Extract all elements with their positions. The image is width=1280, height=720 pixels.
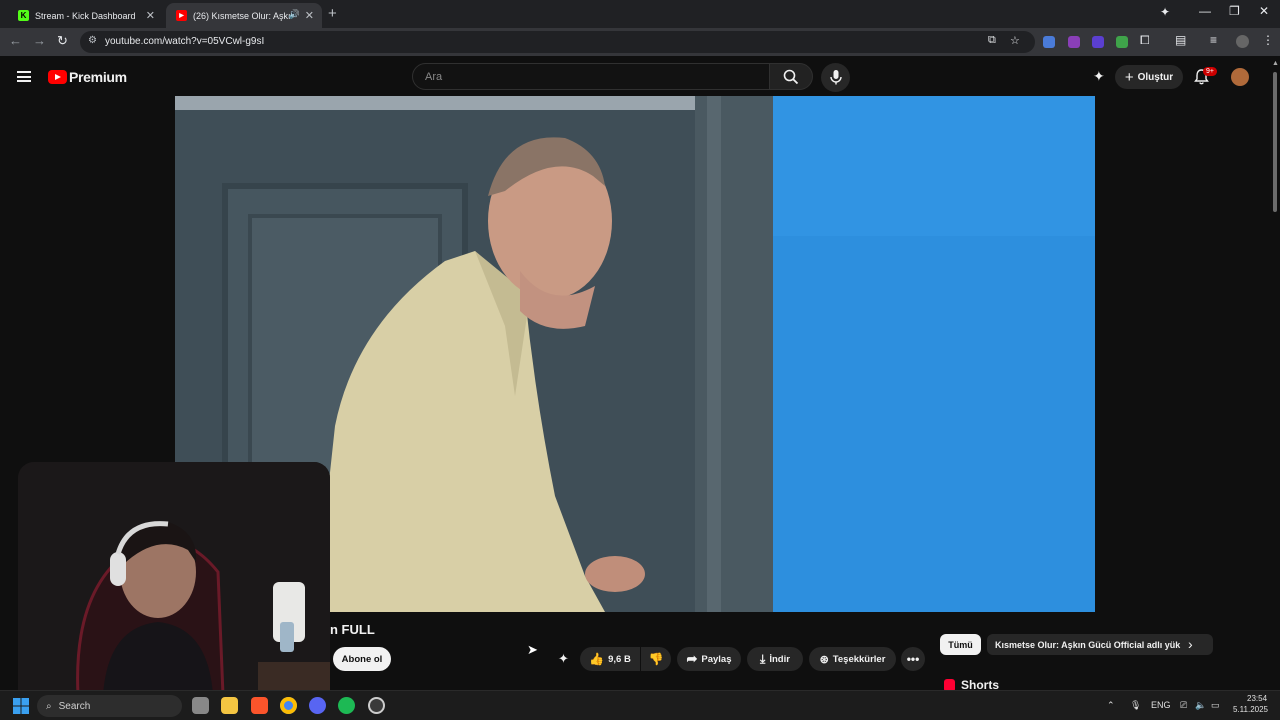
ask-ai-icon[interactable]: ✦ bbox=[558, 651, 569, 667]
extension-icon[interactable] bbox=[1116, 36, 1128, 48]
close-tab-icon[interactable]: ✕ bbox=[305, 9, 314, 22]
new-tab-button[interactable]: + bbox=[328, 5, 337, 22]
scroll-up-icon[interactable]: ▲ bbox=[1272, 60, 1279, 67]
tab-kick-dashboard[interactable]: K Stream - Kick Dashboard ✕ bbox=[8, 3, 163, 28]
youtube-header: Premium Ara ✦ + Oluştur 9+ bbox=[0, 56, 1280, 96]
notification-count-badge: 9+ bbox=[1203, 67, 1217, 76]
address-bar[interactable]: ⚙ youtube.com/watch?v=05VCwl-g9sI ⧉ ☆ bbox=[80, 31, 1035, 53]
discord-icon[interactable] bbox=[309, 697, 326, 714]
close-window-icon[interactable]: ✕ bbox=[1259, 4, 1269, 18]
extension-icon[interactable] bbox=[1092, 36, 1104, 48]
taskbar-search-box[interactable]: ⌕ Search bbox=[37, 695, 182, 717]
dislike-button[interactable]: 👎 bbox=[641, 647, 671, 671]
like-count: 9,6 B bbox=[608, 653, 631, 665]
taskbar-search-label: Search bbox=[58, 700, 91, 712]
youtube-play-icon bbox=[48, 70, 67, 84]
obs-studio-icon[interactable] bbox=[368, 697, 385, 714]
network-icon[interactable]: ⎚ bbox=[1180, 700, 1187, 711]
thanks-button[interactable]: ⊛ Teşekkürler bbox=[809, 647, 896, 671]
browser-tab-strip: K Stream - Kick Dashboard ✕ ▶ (26) Kısme… bbox=[0, 0, 1280, 28]
ai-assistant-icon[interactable]: ✦ bbox=[1093, 68, 1105, 85]
reload-icon[interactable]: ↻ bbox=[57, 33, 68, 49]
media-controls-icon[interactable]: ≡ bbox=[1210, 33, 1217, 47]
search-placeholder: Ara bbox=[425, 71, 443, 83]
subscribe-button[interactable]: Abone ol bbox=[333, 647, 391, 671]
thumbs-up-icon: 👍 bbox=[589, 652, 605, 666]
battery-icon[interactable]: ▭ bbox=[1211, 700, 1220, 711]
share-arrow-icon: ➦ bbox=[686, 651, 698, 666]
minimize-icon[interactable]: — bbox=[1199, 4, 1211, 18]
streamer-webcam-overlay bbox=[18, 462, 330, 695]
download-button[interactable]: ⤓ İndir bbox=[747, 647, 803, 671]
task-view-icon[interactable] bbox=[192, 697, 209, 714]
youtube-favicon-icon: ▶ bbox=[176, 10, 187, 21]
download-label: İndir bbox=[769, 653, 790, 665]
file-explorer-icon[interactable] bbox=[221, 697, 238, 714]
share-button[interactable]: ➦ Paylaş bbox=[677, 647, 741, 671]
input-language[interactable]: ENG bbox=[1151, 700, 1171, 710]
search-icon: ⌕ bbox=[46, 700, 52, 712]
maximize-icon[interactable]: ❐ bbox=[1229, 4, 1240, 18]
chrome-browser-icon[interactable] bbox=[280, 697, 297, 714]
hamburger-menu-icon[interactable] bbox=[17, 71, 31, 82]
show-hidden-icons-icon[interactable]: ⌃ bbox=[1107, 700, 1115, 711]
more-actions-button[interactable]: ••• bbox=[901, 647, 925, 671]
tab-label: (26) Kısmetse Olur: Aşkın G bbox=[193, 10, 293, 21]
create-label: Oluştur bbox=[1137, 71, 1174, 83]
thanks-label: Teşekkürler bbox=[832, 653, 886, 665]
profile-avatar-icon[interactable] bbox=[1236, 35, 1249, 48]
search-icon bbox=[783, 69, 799, 85]
windows-start-icon[interactable] bbox=[13, 698, 29, 714]
video-title: n FULL bbox=[330, 622, 375, 637]
download-icon: ⤓ bbox=[760, 651, 766, 666]
share-label: Paylaş bbox=[701, 653, 732, 665]
close-tab-icon[interactable]: ✕ bbox=[146, 9, 155, 22]
microphone-icon bbox=[830, 70, 842, 85]
bookmark-star-icon[interactable]: ☆ bbox=[1010, 34, 1020, 47]
cast-icon[interactable]: ⧉ bbox=[988, 34, 996, 47]
microphone-tray-icon[interactable]: 🎙 bbox=[1130, 700, 1141, 711]
voice-search-button[interactable] bbox=[821, 63, 850, 92]
audio-playing-icon[interactable]: 🔊 bbox=[289, 9, 300, 20]
clock-time[interactable]: 23:54 bbox=[1247, 694, 1267, 703]
extension-icon[interactable] bbox=[1068, 36, 1080, 48]
like-button[interactable]: 👍 9,6 B bbox=[580, 647, 640, 671]
super-thanks-icon: ⊛ bbox=[819, 653, 829, 666]
gemini-icon[interactable]: ✦ bbox=[1160, 5, 1170, 19]
side-panel-icon[interactable]: ▤ bbox=[1175, 33, 1186, 47]
search-input[interactable]: Ara bbox=[412, 63, 770, 90]
volume-icon[interactable]: 🔈 bbox=[1195, 700, 1206, 711]
brave-browser-icon[interactable] bbox=[251, 697, 268, 714]
plus-icon: + bbox=[1124, 68, 1134, 86]
scrollbar-thumb[interactable] bbox=[1273, 72, 1277, 212]
back-arrow-icon[interactable]: ← bbox=[9, 33, 22, 48]
kick-favicon-icon: K bbox=[18, 10, 29, 21]
clock-date[interactable]: 5.11.2025 bbox=[1233, 705, 1268, 714]
mouse-cursor-icon: ➤ bbox=[527, 642, 538, 657]
browser-toolbar: ← → ↻ ⚙ youtube.com/watch?v=05VCwl-g9sI … bbox=[0, 28, 1280, 56]
webcam-image bbox=[18, 462, 330, 695]
extension-icon[interactable] bbox=[1043, 36, 1055, 48]
chip-all[interactable]: Tümü bbox=[940, 634, 981, 655]
url-text[interactable]: youtube.com/watch?v=05VCwl-g9sI bbox=[105, 36, 264, 47]
page-scrollbar[interactable]: ▲ bbox=[1270, 60, 1280, 690]
chip-channel-uploads[interactable]: Kısmetse Olur: Aşkın Gücü Official adlı … bbox=[987, 634, 1213, 655]
chevron-right-icon[interactable]: › bbox=[1188, 636, 1193, 652]
logo-label: Premium bbox=[69, 69, 127, 85]
extensions-puzzle-icon[interactable]: ⧠ bbox=[1140, 33, 1150, 48]
search-button[interactable] bbox=[769, 63, 813, 90]
account-avatar[interactable] bbox=[1231, 68, 1249, 86]
youtube-premium-logo[interactable]: Premium bbox=[48, 69, 127, 85]
windows-taskbar: ⌕ Search ⌃ 🎙 ENG ⎚ 🔈 ▭ 23:54 5.11.2025 bbox=[0, 690, 1280, 720]
thumbs-down-icon: 👎 bbox=[648, 652, 664, 666]
more-horizontal-icon: ••• bbox=[906, 652, 920, 666]
create-button[interactable]: + Oluştur bbox=[1115, 65, 1183, 89]
tab-youtube-video[interactable]: ▶ (26) Kısmetse Olur: Aşkın G 🔊 ✕ bbox=[166, 3, 322, 28]
forward-arrow-icon[interactable]: → bbox=[33, 33, 46, 48]
site-info-icon[interactable]: ⚙ bbox=[88, 35, 97, 46]
browser-menu-icon[interactable]: ⋮ bbox=[1262, 33, 1274, 47]
tab-label: Stream - Kick Dashboard bbox=[35, 10, 136, 21]
spotify-icon[interactable] bbox=[338, 697, 355, 714]
